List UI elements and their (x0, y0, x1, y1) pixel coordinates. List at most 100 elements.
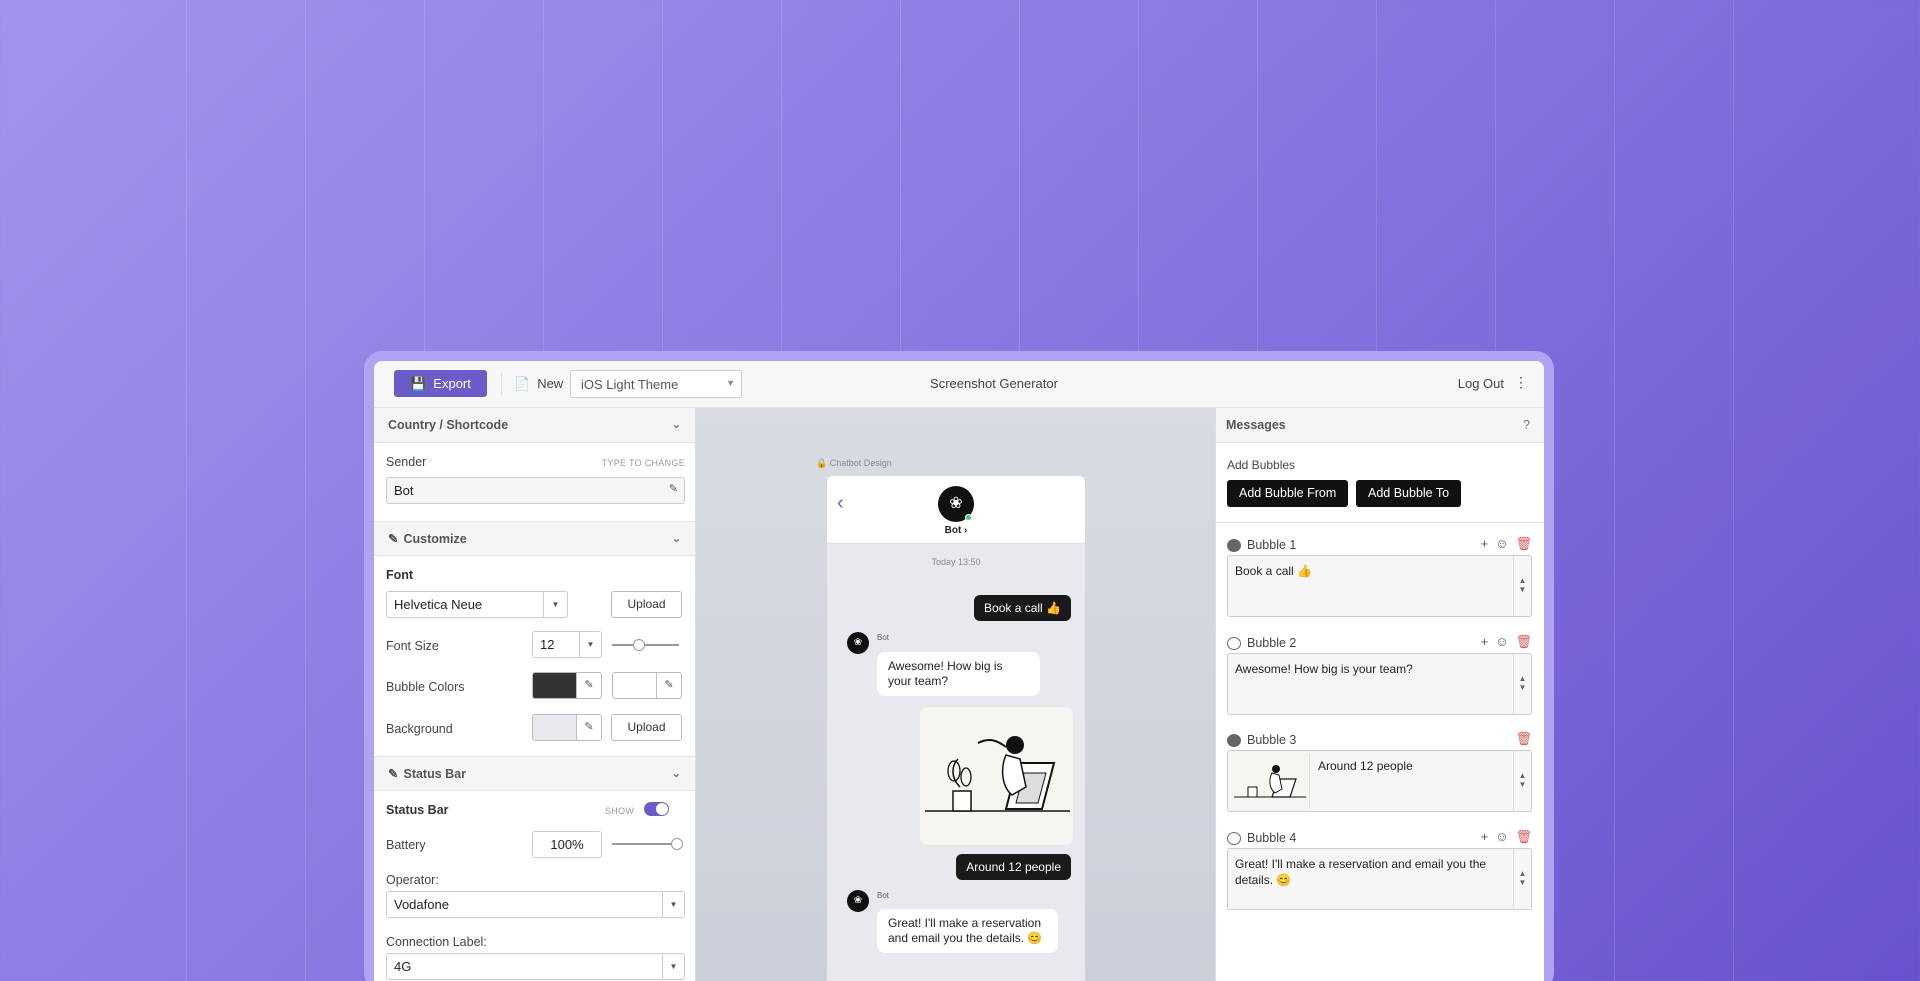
font-label: Font (386, 568, 414, 582)
toolbar: 💾 Export 📄 New iOS Light Theme ▼ Screens… (374, 361, 1544, 408)
section-status-bar[interactable]: ✎ Status Bar ⌄ (374, 756, 695, 791)
status-bar-toggle[interactable] (644, 802, 669, 816)
settings-panel: Country / Shortcode ⌄ Sender TYPE TO CHA… (374, 408, 696, 981)
app-title: Screenshot Generator (930, 376, 1058, 391)
chevron-down-icon: ▼ (662, 954, 684, 979)
divider (1216, 522, 1544, 523)
lock-icon: 🔒 (816, 458, 828, 468)
theme-select[interactable]: iOS Light Theme ▼ (570, 370, 742, 398)
sender-label: Sender (386, 455, 427, 469)
operator-label: Operator: (386, 873, 439, 887)
trash-icon[interactable]: 🗑 (1515, 731, 1532, 747)
bubble-3-actions: 🗑 (1515, 731, 1532, 747)
bubble-1-actions: + ☺ 🗑 (1481, 536, 1532, 552)
font-size-slider-handle[interactable] (633, 639, 645, 651)
document-icon: 📄 (514, 375, 531, 391)
pencil-icon: ✎ (576, 715, 601, 740)
sender-input[interactable]: Bot ✎ (386, 477, 685, 504)
messages-panel: Messages ? Add Bubbles Add Bubble From A… (1215, 408, 1544, 981)
bubble-colors-label: Bubble Colors (386, 680, 465, 694)
chat-bubble-in-1: Awesome! How big is your team? (877, 652, 1040, 696)
chat-bubble-out-2: Around 12 people (956, 854, 1071, 880)
bubble-3-thumbnail (1230, 753, 1310, 809)
section-customize[interactable]: ✎ Customize ⌄ (374, 521, 695, 556)
background-label: Background (386, 722, 453, 736)
bubble-3-title: Bubble 3 (1227, 733, 1296, 747)
bubble-4-textarea[interactable]: Great! I'll make a reservation and email… (1227, 848, 1532, 910)
pencil-icon: ✎ (576, 673, 601, 698)
illustration-icon (1234, 765, 1306, 798)
font-size-slider[interactable] (612, 644, 679, 646)
chevron-down-icon: ▼ (726, 378, 735, 388)
add-bubbles-label: Add Bubbles (1227, 458, 1296, 472)
show-label: SHOW (605, 806, 635, 816)
plus-icon[interactable]: + (1481, 634, 1489, 650)
bubble-2-title: Bubble 2 (1227, 636, 1296, 650)
bot-name: Bot › (944, 525, 968, 536)
section-country-shortcode[interactable]: Country / Shortcode ⌄ (374, 408, 695, 443)
illustration-icon (925, 736, 1070, 812)
bubble-1-textarea[interactable]: Book a call 👍 ▲ ▼ (1227, 555, 1532, 617)
chevron-down-icon: ⌄ (671, 419, 681, 431)
status-bar-label: Status Bar (386, 803, 449, 817)
messages-header: Messages ? (1216, 408, 1544, 443)
chat-timestamp: Today 13:50 (931, 557, 981, 567)
export-button[interactable]: 💾 Export (394, 370, 487, 397)
battery-label: Battery (386, 838, 426, 852)
reorder-icon[interactable]: ▲ ▼ (1513, 849, 1531, 909)
reorder-icon[interactable]: ▲ ▼ (1513, 654, 1531, 714)
new-button[interactable]: 📄 New (514, 370, 563, 397)
back-arrow-icon[interactable]: ‹ (837, 492, 844, 515)
bubble-color-dark-picker[interactable]: ✎ (532, 672, 602, 699)
plus-icon[interactable]: + (1481, 829, 1489, 845)
logout-link[interactable]: Log Out (1458, 376, 1504, 391)
speech-bubble-outline-icon (1227, 831, 1241, 845)
chevron-down-icon: ⌄ (671, 768, 681, 780)
background-upload-button[interactable]: Upload (611, 714, 682, 741)
brush-icon: ✎ (388, 767, 399, 781)
help-icon[interactable]: ? (1523, 418, 1530, 432)
battery-input[interactable]: 100% (532, 831, 602, 858)
pencil-icon: ✎ (668, 483, 678, 495)
emoji-icon[interactable]: ☺ (1495, 829, 1508, 845)
speech-bubble-outline-icon (1227, 636, 1241, 650)
emoji-icon[interactable]: ☺ (1495, 634, 1508, 650)
design-label: 🔒 Chatbot Design (816, 458, 892, 468)
save-icon: 💾 (410, 375, 427, 391)
font-size-select[interactable]: 12 ▼ (532, 631, 602, 658)
brush-icon: ✎ (388, 532, 399, 546)
speech-bubble-filled-icon (1227, 733, 1241, 747)
battery-slider[interactable] (612, 843, 679, 845)
sender-hint: TYPE TO CHANGE (601, 458, 685, 468)
font-select[interactable]: Helvetica Neue ▼ (386, 591, 568, 618)
chat-header: ‹ ❀ Bot › (827, 476, 1085, 544)
trash-icon[interactable]: 🗑 (1515, 829, 1532, 845)
color-swatch (613, 673, 656, 698)
app-window: 💾 Export 📄 New iOS Light Theme ▼ Screens… (374, 361, 1544, 981)
background-color-picker[interactable]: ✎ (532, 714, 602, 741)
bubble-4-actions: + ☺ 🗑 (1481, 829, 1532, 845)
trash-icon[interactable]: 🗑 (1515, 536, 1532, 552)
reorder-icon[interactable]: ▲ ▼ (1513, 751, 1531, 811)
chevron-down-icon: ▼ (662, 892, 684, 917)
bubble-1-title: Bubble 1 (1227, 538, 1296, 552)
add-bubble-to-button[interactable]: Add Bubble To (1356, 480, 1462, 507)
operator-select[interactable]: Vodafone ▼ (386, 891, 685, 918)
trash-icon[interactable]: 🗑 (1515, 634, 1532, 650)
font-upload-button[interactable]: Upload (611, 591, 682, 618)
connection-select[interactable]: 4G ▼ (386, 953, 685, 980)
bot-label: Bot (877, 891, 890, 900)
bubble-2-textarea[interactable]: Awesome! How big is your team? ▲ ▼ (1227, 653, 1532, 715)
more-menu-icon[interactable]: ⋮ (1514, 374, 1528, 391)
bubble-2-actions: + ☺ 🗑 (1481, 634, 1532, 650)
color-swatch (533, 673, 576, 698)
battery-slider-handle[interactable] (671, 838, 683, 850)
phone-preview: ‹ ❀ Bot › Today 13:50 Book a call 👍 ❀ Bo… (827, 476, 1085, 981)
plus-icon[interactable]: + (1481, 536, 1489, 552)
add-bubble-from-button[interactable]: Add Bubble From (1227, 480, 1349, 507)
bubble-color-light-picker[interactable]: ✎ (612, 672, 682, 699)
emoji-icon[interactable]: ☺ (1495, 536, 1508, 552)
bubble-3-textarea[interactable]: Around 12 people ▲ ▼ (1227, 750, 1532, 812)
chat-image (920, 707, 1073, 845)
reorder-icon[interactable]: ▲ ▼ (1513, 556, 1531, 616)
